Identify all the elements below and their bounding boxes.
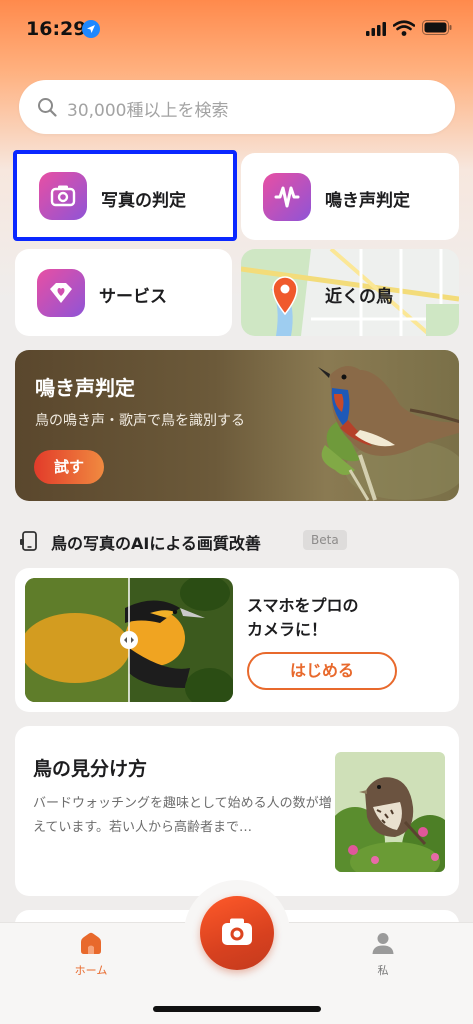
- ai-card-text-line1: スマホをプロの: [247, 596, 359, 615]
- beta-badge: Beta: [303, 530, 347, 550]
- cellular-signal-icon: [366, 22, 386, 36]
- guide-body: バードウォッチングを趣味として始める人の数が増えています。若い人から高齢者まで…: [33, 796, 332, 835]
- heart-diamond-icon: [37, 269, 85, 317]
- ai-section-title: 鳥の写真のAIによる画質改善: [51, 534, 261, 553]
- search-placeholder: 30,000種以上を検索: [67, 101, 229, 121]
- camera-capture-icon: [222, 918, 252, 945]
- phone-camera-icon: [20, 531, 37, 551]
- search-icon: [38, 98, 57, 117]
- wifi-icon: [393, 20, 415, 36]
- bluethroat-bird-image: [318, 366, 459, 501]
- tab-home[interactable]: ホーム: [58, 930, 124, 978]
- search-bar[interactable]: 30,000種以上を検索: [19, 80, 455, 134]
- tab-home-label: ホーム: [74, 964, 108, 977]
- tab-me[interactable]: 私: [350, 930, 416, 978]
- map-pin-icon: [272, 276, 298, 315]
- banner-title: 鳴き声判定: [35, 376, 135, 400]
- photo-identify-tile[interactable]: 写真の判定: [13, 150, 237, 241]
- camera-capture-button[interactable]: [200, 896, 274, 970]
- sound-id-banner[interactable]: 鳴き声判定 鳥の鳴き声・歌声で鳥を識別する 試す: [15, 350, 459, 501]
- nearby-birds-tile[interactable]: 近くの鳥: [241, 249, 459, 336]
- tab-me-label: 私: [377, 964, 389, 977]
- home-indicator: [153, 1006, 321, 1012]
- sound-identify-tile[interactable]: 鳴き声判定: [241, 153, 459, 240]
- location-arrow-icon: [82, 20, 100, 38]
- ai-card-text: スマホをプロの カメラに！: [247, 594, 447, 642]
- try-button[interactable]: 試す: [34, 450, 104, 484]
- banner-subtitle: 鳥の鳴き声・歌声で鳥を識別する: [35, 413, 245, 429]
- services-tile[interactable]: サービス: [15, 249, 232, 336]
- guide-title: 鳥の見分け方: [33, 758, 148, 780]
- ai-card-text-line2: カメラに！: [247, 620, 328, 639]
- photo-identify-label: 写真の判定: [101, 191, 186, 211]
- status-time: 16:29: [26, 18, 87, 40]
- battery-icon: [422, 20, 452, 35]
- services-label: サービス: [99, 287, 167, 307]
- soundwave-icon: [263, 173, 311, 221]
- bird-id-guide-card[interactable]: 鳥の見分け方 バードウォッチングを趣味として始める人の数が増えています。若い人か…: [15, 726, 459, 896]
- camera-icon: [39, 172, 87, 220]
- status-bar: 16:29: [0, 0, 473, 58]
- home-icon: [81, 932, 101, 954]
- person-icon: [372, 933, 394, 954]
- sparrow-image: [335, 752, 445, 872]
- nearby-birds-label: 近くの鳥: [325, 287, 393, 307]
- before-after-image: [25, 578, 233, 702]
- start-button[interactable]: はじめる: [247, 652, 397, 690]
- ai-enhance-card[interactable]: スマホをプロの カメラに！ はじめる: [15, 568, 459, 712]
- sound-identify-label: 鳴き声判定: [325, 191, 410, 211]
